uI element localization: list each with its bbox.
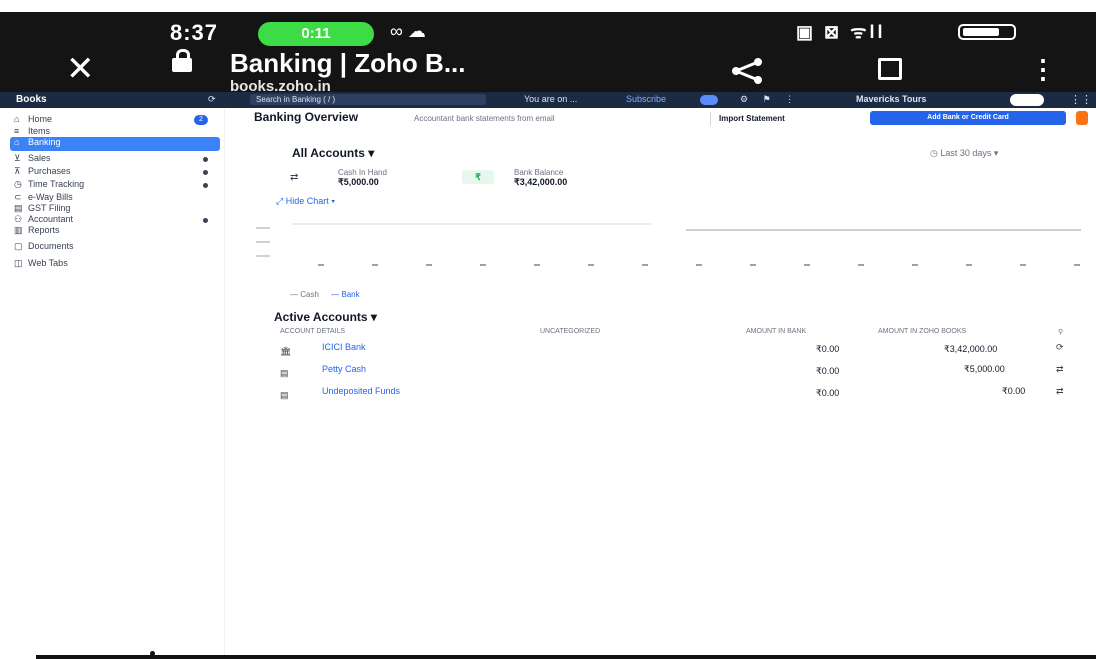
org-name[interactable]: Mavericks Tours (856, 94, 926, 104)
status-icons-right: ▣ ⊠ ᯤll (796, 22, 886, 42)
books-logo[interactable]: Books (16, 94, 47, 105)
truck-icon: ⊂ (14, 192, 22, 202)
expand-icon (203, 170, 208, 175)
bottom-dot (150, 651, 155, 656)
notification-badge: 2 (194, 115, 208, 125)
chart-y-axis (256, 227, 270, 257)
bank-balance-label: Bank Balance (514, 168, 564, 177)
legend-bank: — Bank (331, 290, 360, 299)
sales-icon: ⊻ (14, 153, 21, 163)
status-icons-left: ∞ ☁ (390, 21, 426, 41)
battery-icon (958, 24, 1016, 40)
cash-in-hand-value: ₹5,000.00 (338, 177, 379, 187)
web-tabs-icon: ◫ (14, 258, 23, 268)
page-title: Banking Overview (254, 110, 359, 124)
transfer-icon[interactable]: ⇄ (1056, 386, 1064, 397)
purchases-icon: ⊼ (14, 166, 21, 176)
lock-icon (172, 49, 192, 72)
sidebar-item-reports[interactable]: ▥ Reports (14, 225, 214, 239)
phone-chrome: 8:37 0:11 ∞ ☁ ▣ ⊠ ᯤll ✕ Banking | Zoho B… (0, 12, 1096, 95)
legend-cash: — Cash (290, 290, 319, 299)
column-header-bank-amount: Amount in Bank (746, 328, 807, 335)
period-dropdown[interactable]: ◷ Last 30 days ▾ (930, 148, 998, 159)
account-name-link[interactable]: Petty Cash (322, 364, 366, 374)
status-time: 8:37 (170, 20, 219, 45)
bank-icon: 🏛 (280, 346, 292, 356)
accounts-dropdown[interactable]: All Accounts ▾ (292, 146, 374, 160)
books-amount: ₹3,42,000.00 (944, 344, 998, 354)
search-input[interactable]: Search in Banking ( / ) (250, 94, 486, 105)
sidebar-item-documents[interactable]: ▢ Documents (14, 241, 214, 255)
more-options-icon[interactable]: ⋮ (1030, 54, 1056, 85)
active-accounts-dropdown[interactable]: Active Accounts ▾ (274, 310, 377, 324)
sidebar-item-purchases[interactable]: ⊼ Purchases (14, 166, 214, 180)
hide-chart-link[interactable]: ⤢ Hide Chart ▾ (276, 196, 335, 207)
chart-x-ticks (318, 264, 1080, 266)
refresh-icon[interactable]: ⟳ (208, 94, 216, 105)
funds-icon: ▤ (280, 390, 289, 400)
sidebar: ⌂ Home 2 ≡ Items ⌂ Banking ⊻ Sales ⊼ Purchases… (0, 108, 225, 659)
close-icon[interactable]: ✕ (66, 52, 95, 86)
trial-text: You are on ... (524, 94, 578, 104)
bank-balance-value: ₹3,42,000.00 (514, 177, 568, 187)
expand-icon (203, 218, 208, 223)
sidebar-item-web-tabs[interactable]: ◫ Web Tabs (14, 258, 214, 272)
books-amount: ₹0.00 (1002, 386, 1026, 396)
sidebar-item-time-tracking[interactable]: ◷ Time Tracking (14, 179, 214, 193)
bank-balance-icon: ₹ (462, 170, 494, 184)
column-header-books-amount: Amount in Zoho Books (878, 328, 967, 335)
account-name-link[interactable]: Undeposited Funds (322, 386, 400, 396)
statement-email-hint[interactable]: Accountant bank statements from email (414, 114, 555, 123)
documents-icon: ▢ (14, 241, 23, 251)
call-indicator[interactable]: 0:11 (258, 22, 374, 46)
clock-icon: ◷ (14, 179, 22, 189)
gst-icon: ▤ (14, 203, 23, 213)
browser-toolbar: ✕ Banking | Zoho B... books.zoho.in ⋮ (0, 48, 1096, 95)
reports-icon: ▥ (14, 225, 23, 235)
bookmark-icon[interactable] (878, 58, 902, 80)
bank-amount: ₹0.00 (816, 344, 840, 354)
accountant-icon: ⚇ (14, 214, 23, 224)
status-bar: 8:37 0:11 ∞ ☁ ▣ ⊠ ᯤll (0, 12, 1096, 48)
bottom-border (36, 655, 1096, 659)
avatar[interactable] (1010, 94, 1044, 106)
page-tab-title: Banking | Zoho B... (230, 48, 466, 78)
home-icon: ⌂ (14, 114, 20, 124)
sidebar-item-banking[interactable]: ⌂ Banking (10, 137, 220, 151)
balance-chart (256, 223, 1081, 266)
app-topbar: Books ⟳ Search in Banking ( / ) You are … (0, 92, 1096, 108)
bank-icon: ⌂ (14, 137, 20, 147)
transfer-icon[interactable]: ⇄ (1056, 364, 1064, 375)
expand-icon (203, 157, 208, 162)
add-bank-button[interactable]: Add Bank or Credit Card (870, 111, 1066, 125)
items-icon: ≡ (14, 126, 20, 136)
main-content: Banking Overview Accountant bank stateme… (250, 108, 1096, 659)
bank-amount: ₹0.00 (816, 388, 840, 398)
subscribe-link[interactable]: Subscribe (626, 94, 666, 104)
sidebar-item-sales[interactable]: ⊻ Sales (14, 153, 214, 167)
refresh-icon[interactable]: ⟳ (1056, 342, 1064, 353)
topbar-icons[interactable]: ⚙ ⚑ ⋮ (740, 94, 800, 105)
cash-in-hand-label: Cash In Hand (338, 168, 387, 177)
books-amount: ₹5,000.00 (964, 364, 1005, 374)
cash-icon: ▤ (280, 368, 289, 378)
column-header-uncategorized: Uncategorized (540, 328, 601, 335)
bank-amount: ₹0.00 (816, 366, 840, 376)
cash-icon: ⇄ (290, 172, 299, 183)
apps-icon[interactable]: ⋮⋮ (1070, 93, 1092, 106)
share-icon[interactable] (728, 56, 768, 91)
top-strip (0, 0, 1096, 12)
search-icon[interactable]: ⚲ (1058, 328, 1063, 336)
chart-legend: — Cash — Bank (290, 290, 360, 299)
account-name-link[interactable]: ICICI Bank (322, 342, 366, 352)
more-actions-button[interactable] (1076, 111, 1088, 125)
toggle-switch[interactable] (700, 95, 718, 105)
expand-icon (203, 183, 208, 188)
column-header-account: Account Details (280, 328, 346, 335)
import-statement-button[interactable]: Import Statement (710, 112, 793, 126)
